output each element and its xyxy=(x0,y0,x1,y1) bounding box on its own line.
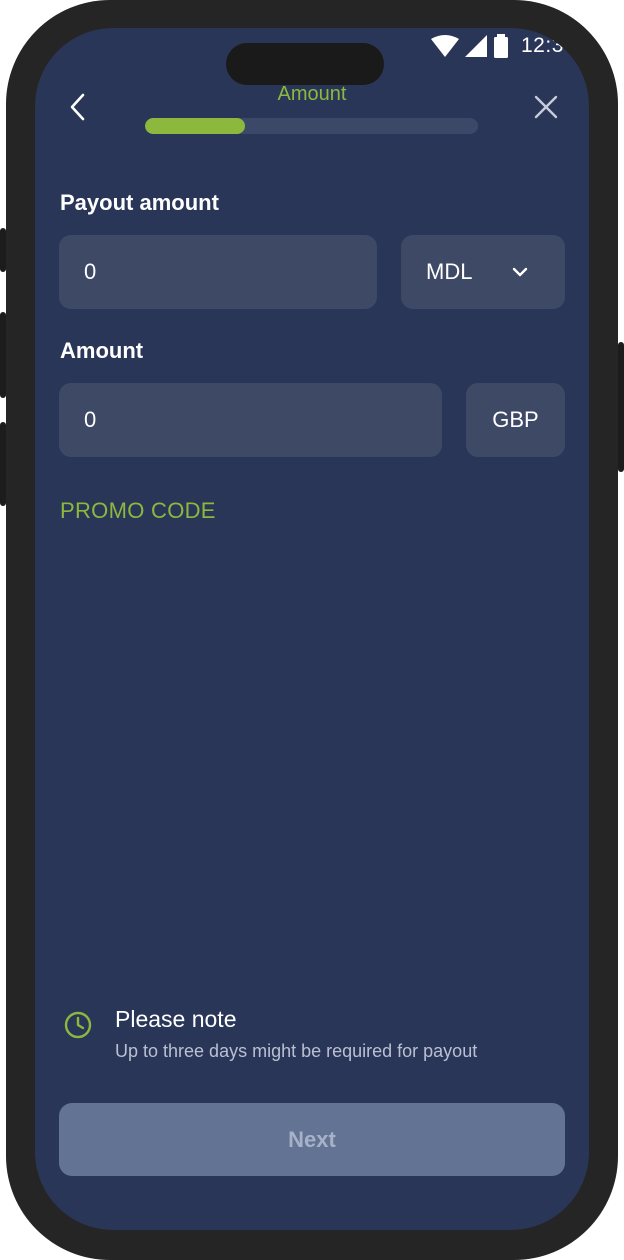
signal-icon xyxy=(465,35,487,57)
payout-amount-label: Payout amount xyxy=(60,190,219,215)
status-time: 12:3 xyxy=(521,34,564,57)
wifi-icon xyxy=(431,35,459,57)
status-bar: 12:3 xyxy=(431,32,564,60)
amount-currency-value: GBP xyxy=(492,407,539,432)
next-button[interactable]: Next xyxy=(59,1103,565,1176)
note-text: Up to three days might be required for p… xyxy=(115,1041,478,1061)
dynamic-island xyxy=(226,43,384,85)
power-button xyxy=(618,342,624,472)
progress-fill xyxy=(145,118,245,134)
amount-label: Amount xyxy=(60,338,144,363)
clock-icon xyxy=(64,1011,92,1039)
payout-currency-select[interactable]: MDL xyxy=(401,235,565,309)
battery-icon xyxy=(494,34,508,58)
step-title: Amount xyxy=(277,83,347,105)
chevron-down-icon xyxy=(512,267,528,277)
payout-amount-input[interactable] xyxy=(59,259,377,285)
amount-input[interactable] xyxy=(59,407,442,433)
close-icon[interactable] xyxy=(531,92,561,122)
progress-bar xyxy=(145,118,478,134)
volume-down-button xyxy=(0,422,6,506)
amount-field[interactable] xyxy=(59,383,442,457)
promo-code-link[interactable]: PROMO CODE xyxy=(60,498,216,524)
payout-amount-field[interactable] xyxy=(59,235,377,309)
app-screen: 12:3 Amount Payout amount MDL Amount GBP… xyxy=(35,28,589,1230)
amount-currency-box: GBP xyxy=(466,383,565,457)
silent-switch xyxy=(0,228,6,272)
note-title: Please note xyxy=(115,1006,237,1032)
payout-currency-value: MDL xyxy=(426,259,473,284)
volume-up-button xyxy=(0,312,6,398)
